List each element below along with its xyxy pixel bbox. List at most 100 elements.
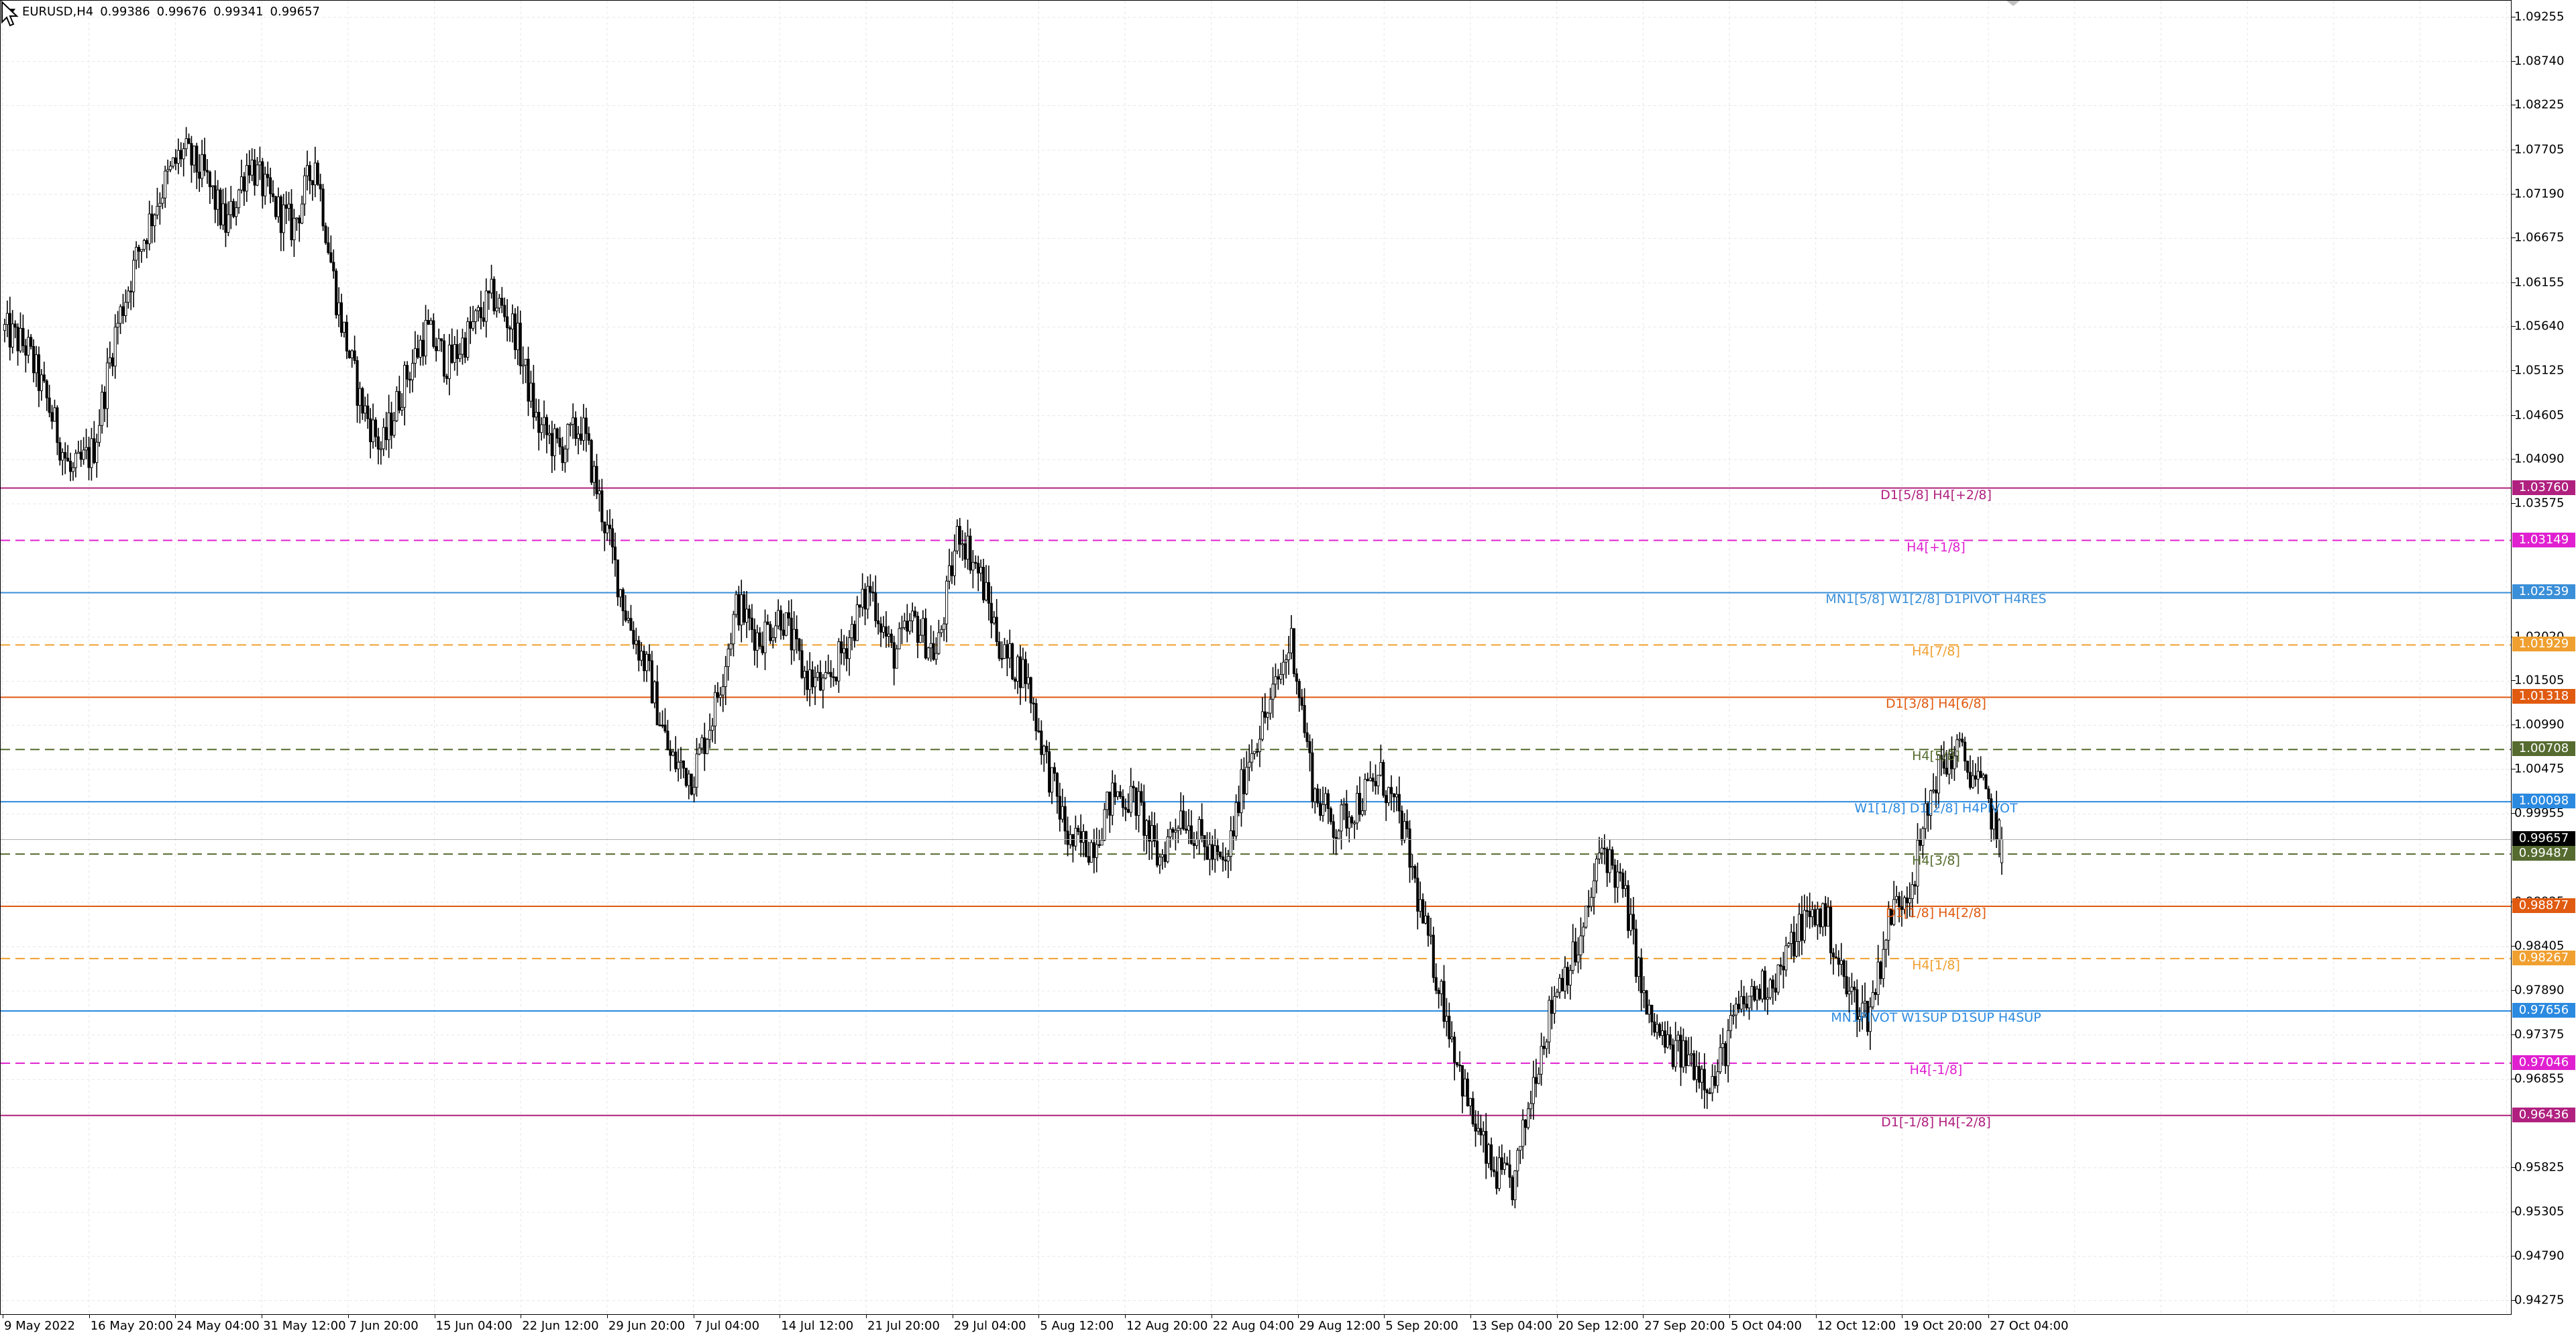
- candle-body-bear: [818, 672, 822, 691]
- candle-body-bear: [1350, 816, 1354, 824]
- candle-body-bull: [82, 449, 85, 460]
- candle-body-bull: [729, 643, 733, 649]
- candle-body-bear: [79, 451, 83, 460]
- candle-body-bear: [137, 247, 141, 252]
- time-axis[interactable]: 9 May 2022 16 May 20:00 24 May 04:00 31 May…: [0, 1315, 2512, 1339]
- candle-body-bull: [1100, 839, 1104, 846]
- candle-body-bull: [1226, 856, 1230, 862]
- candle-body-bull: [1419, 899, 1422, 912]
- candle-body-bear: [1456, 1062, 1459, 1065]
- candle-body-bear: [203, 154, 207, 171]
- candle-body-bear: [769, 624, 772, 641]
- candle-body-bull: [814, 677, 817, 688]
- candle-body-bull: [1756, 988, 1759, 1001]
- candle-body-bull: [61, 451, 64, 461]
- candle-body-bull: [379, 448, 382, 450]
- candle-body-bear: [666, 731, 669, 751]
- chart-canvas[interactable]: [1, 1, 2512, 1315]
- candle-body-bear: [879, 623, 883, 633]
- candle-body-bull: [1558, 977, 1562, 993]
- candle-body-bear: [1300, 697, 1303, 706]
- candle-body-bull: [171, 157, 175, 167]
- level-label: W1[1/8] D1[2/8] H4PIVOT: [1854, 801, 2018, 816]
- candle-body-bull: [313, 162, 317, 186]
- candle-body-bear: [1566, 967, 1569, 985]
- candle-body-bear: [1063, 806, 1067, 832]
- candle-body-bull: [337, 302, 341, 315]
- candle-body-bear: [174, 157, 177, 164]
- time-tick-label: 29 Jul 04:00: [953, 1319, 1026, 1333]
- time-tick-mark: [175, 1315, 176, 1318]
- candle-body-bull: [945, 580, 949, 625]
- candle-body-bear: [1819, 908, 1822, 928]
- candle-body-bull: [1234, 802, 1238, 837]
- chart-header: EURUSD,H4 0.99386 0.99676 0.99341 0.99657: [6, 5, 327, 19]
- candle-body-bear: [311, 180, 314, 186]
- chart-shift-marker-icon[interactable]: [2006, 1, 2020, 6]
- candle-body-bear: [1968, 771, 1972, 788]
- candle-body-bear: [1805, 910, 1809, 912]
- candle-body-bear: [1255, 751, 1259, 753]
- candle-body-bull: [1827, 906, 1830, 927]
- candle-body-bear: [506, 316, 509, 329]
- candle-body-bear: [129, 290, 133, 292]
- level-price-tag: 1.03760: [2512, 480, 2575, 495]
- candle-body-bull: [1876, 961, 1880, 996]
- candle-body-bull: [1674, 1040, 1677, 1067]
- candle-body-bear: [969, 535, 972, 571]
- price-tick-label: 1.00990: [2514, 717, 2565, 732]
- candle-body-bull: [1571, 941, 1574, 971]
- candle-body-bull: [1982, 774, 1985, 778]
- candle-body-bear: [1097, 844, 1101, 846]
- candle-body-bull: [276, 197, 280, 217]
- candle-body-bear: [121, 306, 125, 316]
- candle-body-bull: [1687, 1054, 1690, 1067]
- candle-body-bull: [1976, 771, 1980, 780]
- candle-body-bull: [1576, 955, 1580, 963]
- candle-body-bear: [1492, 1169, 1496, 1173]
- candle-body-bull: [372, 419, 375, 443]
- candle-body-bull: [777, 610, 780, 627]
- candle-body-bear: [1416, 877, 1419, 912]
- price-chart-area[interactable]: EURUSD,H4 0.99386 0.99676 0.99341 0.99657 D1…: [0, 0, 2512, 1315]
- candle-body-bear: [1045, 745, 1049, 752]
- candle-body-bear: [1345, 803, 1348, 828]
- candle-body-bear: [963, 543, 967, 560]
- candle-body-bear: [1413, 866, 1417, 879]
- candle-body-bull: [245, 165, 248, 192]
- candle-body-bull: [721, 686, 724, 696]
- price-axis[interactable]: 1.09255 1.08740 1.08225 1.07705 1.07190 1.066…: [2512, 0, 2576, 1315]
- candle-body-bear: [1508, 1164, 1511, 1178]
- candle-body-bull: [1719, 1047, 1722, 1073]
- candle-body-bear: [1792, 932, 1796, 957]
- candle-body-bear: [87, 447, 91, 468]
- time-tick-label: 19 Oct 20:00: [1903, 1319, 1982, 1333]
- candle-body-bear: [869, 586, 872, 592]
- candle-body-bull: [127, 290, 130, 303]
- candle-body-bear: [558, 437, 561, 447]
- candle-body-bear: [832, 676, 835, 678]
- candle-body-bull: [387, 413, 390, 441]
- candle-body-bear: [1048, 751, 1051, 793]
- candle-body-bear: [632, 630, 635, 645]
- candle-body-bear: [1024, 659, 1027, 684]
- candle-body-bear: [187, 138, 191, 144]
- candle-body-bull: [855, 604, 859, 641]
- candle-body-bear: [1011, 643, 1014, 680]
- candle-body-bull: [201, 154, 204, 179]
- candle-body-bull: [413, 348, 417, 364]
- candle-body-bear: [1808, 910, 1811, 918]
- candle-body-bull: [724, 666, 727, 688]
- candle-body-bear: [1684, 1040, 1688, 1067]
- candle-body-bull: [700, 737, 704, 749]
- candle-body-bear: [1874, 992, 1877, 996]
- candle-body-bear: [1813, 909, 1817, 926]
- time-tick-label: 13 Sep 04:00: [1471, 1319, 1553, 1333]
- candle-body-bull: [718, 694, 722, 698]
- candle-body-bull: [1958, 739, 1962, 741]
- candle-body-bull: [166, 169, 170, 172]
- candle-body-bear: [1040, 731, 1043, 755]
- candle-body-bear: [37, 354, 41, 391]
- candle-body-bear: [58, 442, 62, 461]
- candle-body-bull: [961, 543, 964, 545]
